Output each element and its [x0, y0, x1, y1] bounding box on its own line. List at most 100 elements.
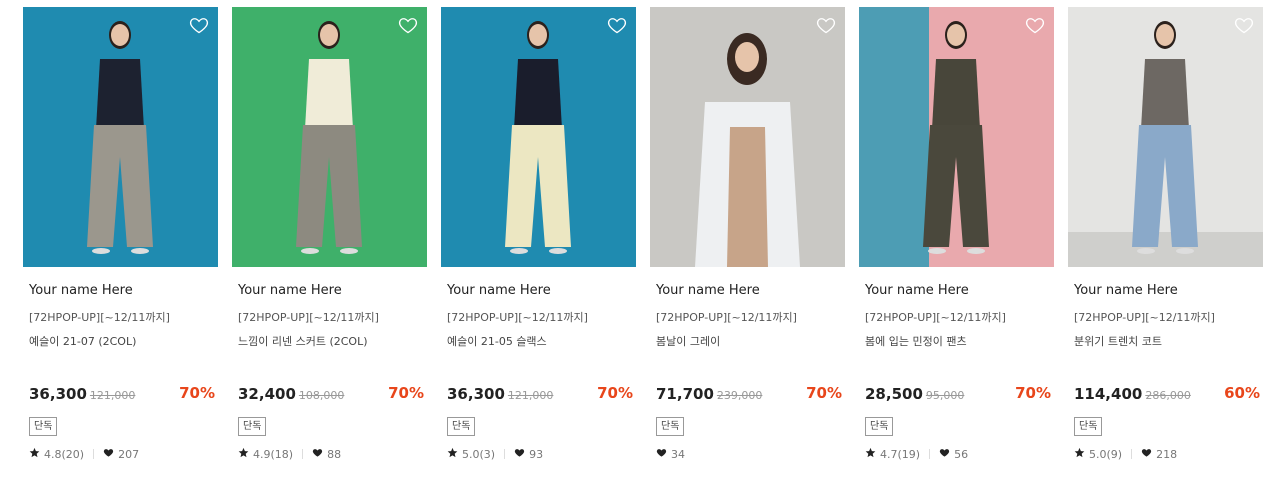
product-image[interactable]	[232, 7, 427, 267]
product-card[interactable]: Your name Here [72HPOP-UP][~12/11까지] 예슬이 2…	[441, 7, 636, 487]
price-row: 32,400 108,000 70%	[238, 384, 424, 404]
original-price: 121,000	[89, 389, 136, 402]
product-name[interactable]: 분위기 트렌치 코트	[1074, 333, 1162, 349]
product-card[interactable]: Your name Here [72HPOP-UP][~12/11까지] 봄날이 그…	[650, 7, 845, 487]
like-count: 207	[118, 447, 140, 461]
discount-rate: 70%	[179, 384, 215, 402]
sale-price: 32,400	[238, 385, 296, 403]
product-stats: 34	[656, 447, 685, 461]
sale-price: 71,700	[656, 385, 714, 403]
promo-tag: [72HPOP-UP][~12/11까지]	[29, 311, 170, 324]
model-photo	[1068, 7, 1263, 267]
rating-text: 5.0(9)	[1089, 447, 1123, 461]
like-heart-icon	[1141, 447, 1156, 461]
star-icon	[29, 447, 44, 461]
exclusive-badge: 단독	[1074, 417, 1103, 436]
product-name[interactable]: 느낌이 리넨 스커트 (2COL)	[238, 333, 368, 349]
exclusive-badge: 단독	[238, 417, 267, 436]
product-stats: 5.0(9) 218	[1074, 447, 1177, 461]
like-heart-icon	[939, 447, 954, 461]
product-stats: 4.8(20) 207	[29, 447, 139, 461]
discount-rate: 70%	[1015, 384, 1051, 402]
original-price: 239,000	[716, 389, 763, 402]
model-photo	[232, 7, 427, 267]
promo-tag: [72HPOP-UP][~12/11까지]	[1074, 311, 1215, 324]
brand-name[interactable]: Your name Here	[656, 283, 760, 298]
product-stats: 4.9(18) 88	[238, 447, 341, 461]
divider	[302, 449, 304, 459]
discount-rate: 70%	[597, 384, 633, 402]
product-name[interactable]: 예슬이 21-07 (2COL)	[29, 333, 136, 349]
brand-name[interactable]: Your name Here	[447, 283, 551, 298]
rating-text: 4.8(20)	[44, 447, 85, 461]
rating-text: 5.0(3)	[462, 447, 496, 461]
exclusive-badge: 단독	[865, 417, 894, 436]
product-card[interactable]: Your name Here [72HPOP-UP][~12/11까지] 느낌이 리…	[232, 7, 427, 487]
star-icon	[1074, 447, 1089, 461]
exclusive-badge: 단독	[447, 417, 476, 436]
sale-price: 36,300	[29, 385, 87, 403]
like-count: 56	[954, 447, 969, 461]
price-row: 114,400 286,000 60%	[1074, 384, 1260, 404]
like-heart-icon	[514, 447, 529, 461]
like-heart-icon	[312, 447, 327, 461]
rating-text: 4.7(19)	[880, 447, 921, 461]
like-count: 88	[327, 447, 342, 461]
model-photo	[23, 7, 218, 267]
star-icon	[447, 447, 462, 461]
product-name[interactable]: 봄에 입는 민정이 팬츠	[865, 333, 967, 349]
promo-tag: [72HPOP-UP][~12/11까지]	[656, 311, 797, 324]
promo-tag: [72HPOP-UP][~12/11까지]	[865, 311, 1006, 324]
brand-name[interactable]: Your name Here	[865, 283, 969, 298]
exclusive-badge: 단독	[29, 417, 58, 436]
price-row: 71,700 239,000 70%	[656, 384, 842, 404]
like-count: 34	[671, 447, 685, 461]
divider	[504, 449, 506, 459]
wishlist-heart-icon[interactable]	[398, 15, 418, 35]
price-row: 28,500 95,000 70%	[865, 384, 1051, 404]
divider	[929, 449, 931, 459]
wishlist-heart-icon[interactable]	[1234, 15, 1254, 35]
brand-name[interactable]: Your name Here	[238, 283, 342, 298]
discount-rate: 60%	[1224, 384, 1260, 402]
wishlist-heart-icon[interactable]	[816, 15, 836, 35]
star-icon	[238, 447, 253, 461]
exclusive-badge: 단독	[656, 417, 685, 436]
sale-price: 28,500	[865, 385, 923, 403]
brand-name[interactable]: Your name Here	[1074, 283, 1178, 298]
price-row: 36,300 121,000 70%	[29, 384, 215, 404]
product-image[interactable]	[859, 7, 1054, 267]
discount-rate: 70%	[806, 384, 842, 402]
discount-rate: 70%	[388, 384, 424, 402]
product-image[interactable]	[441, 7, 636, 267]
product-card[interactable]: Your name Here [72HPOP-UP][~12/11까지] 분위기 트…	[1068, 7, 1263, 487]
model-photo	[441, 7, 636, 267]
price-row: 36,300 121,000 70%	[447, 384, 633, 404]
product-image[interactable]	[650, 7, 845, 267]
original-price: 108,000	[298, 389, 345, 402]
rating-text: 4.9(18)	[253, 447, 294, 461]
original-price: 121,000	[507, 389, 554, 402]
promo-tag: [72HPOP-UP][~12/11까지]	[238, 311, 379, 324]
model-photo	[650, 7, 845, 267]
product-stats: 5.0(3) 93	[447, 447, 543, 461]
original-price: 286,000	[1145, 389, 1191, 402]
product-card[interactable]: Your name Here [72HPOP-UP][~12/11까지] 봄에 입는…	[859, 7, 1054, 487]
product-image[interactable]	[1068, 7, 1263, 267]
divider	[1131, 449, 1133, 459]
model-photo	[859, 7, 1054, 267]
product-name[interactable]: 봄날이 그레이	[656, 333, 720, 349]
wishlist-heart-icon[interactable]	[189, 15, 209, 35]
star-icon	[865, 447, 880, 461]
promo-tag: [72HPOP-UP][~12/11까지]	[447, 311, 588, 324]
wishlist-heart-icon[interactable]	[607, 15, 627, 35]
brand-name[interactable]: Your name Here	[29, 283, 133, 298]
divider	[93, 449, 95, 459]
wishlist-heart-icon[interactable]	[1025, 15, 1045, 35]
original-price: 95,000	[925, 389, 965, 402]
product-card[interactable]: Your name Here [72HPOP-UP][~12/11까지] 예슬이 2…	[23, 7, 218, 487]
product-name[interactable]: 예슬이 21-05 슬랙스	[447, 333, 547, 349]
product-image[interactable]	[23, 7, 218, 267]
sale-price: 36,300	[447, 385, 505, 403]
like-count: 93	[529, 447, 544, 461]
